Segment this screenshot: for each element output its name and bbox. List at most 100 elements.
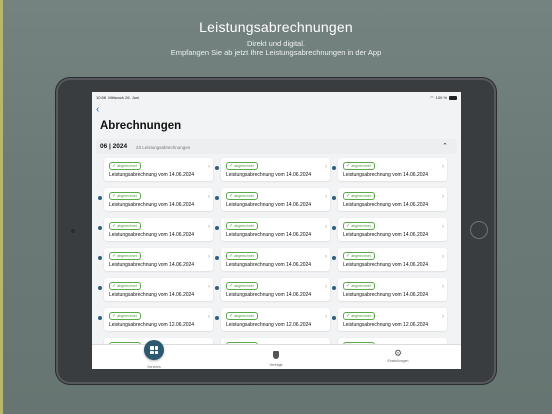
statement-title: Leistungsabrechnung vom 12.06.2024: [109, 322, 195, 328]
chevron-right-icon: ›: [325, 254, 327, 260]
chevron-right-icon: ›: [442, 284, 444, 290]
status-badge: ✓abgerechnet: [226, 192, 258, 200]
status-badge-label: abgerechnet: [234, 224, 254, 228]
check-icon: ✓: [112, 313, 117, 319]
status-badge-label: abgerechnet: [117, 314, 137, 318]
status-badge-label: abgerechnet: [351, 194, 371, 198]
check-icon: ✓: [229, 223, 234, 229]
statement-card[interactable]: ✓ abgerechnet Leistungsabrechnung vom 14.0…: [332, 218, 447, 241]
status-bar: 10:58 Mittwoch 26. Juni ◠ 100 %: [92, 92, 461, 101]
month-label: 06 | 2024: [100, 143, 128, 150]
statement-title: Leistungsabrechnung vom 14.06.2024: [226, 232, 312, 238]
unread-dot: [332, 166, 336, 170]
statement-card[interactable]: ✓ abgerechnet Leistungsabrechnung vom 14.0…: [98, 278, 213, 301]
statement-title: Leistungsabrechnung vom 12.06.2024: [226, 322, 312, 328]
page-title: Abrechnungen: [100, 120, 182, 132]
shield-icon: [273, 351, 279, 359]
unread-dot: [215, 226, 219, 230]
unread-dot: [98, 226, 102, 230]
status-badge: ✓abgerechnet: [343, 222, 375, 230]
chevron-up-icon[interactable]: ⌃: [442, 142, 448, 150]
status-badge: ✓abgerechnet: [109, 192, 141, 200]
statement-title: Leistungsabrechnung vom 14.06.2024: [226, 292, 312, 298]
chevron-right-icon: ›: [208, 284, 210, 290]
chevron-right-icon: ›: [325, 224, 327, 230]
statement-card[interactable]: ✓ abgerechnet Leistungsabrechnung vom 14.0…: [98, 248, 213, 271]
statement-title: Leistungsabrechnung vom 14.06.2024: [109, 202, 195, 208]
tab-services-label: Services: [147, 365, 161, 369]
chevron-right-icon: ›: [442, 164, 444, 170]
status-badge: ✓abgerechnet: [343, 282, 375, 290]
check-icon: ✓: [346, 313, 351, 319]
statement-title: Leistungsabrechnung vom 12.06.2024: [343, 322, 429, 328]
statement-title: Leistungsabrechnung vom 14.06.2024: [343, 172, 429, 178]
status-date: Mittwoch 26. Juni: [108, 95, 140, 100]
unread-dot: [215, 286, 219, 290]
check-icon: ✓: [112, 163, 117, 169]
check-icon: ✓: [112, 253, 117, 259]
statement-card[interactable]: ✓ abgerechnet Leistungsabrechnung vom 14.0…: [215, 278, 330, 301]
status-badge-label: abgerechnet: [351, 164, 371, 168]
check-icon: ✓: [112, 223, 117, 229]
check-icon: ✓: [346, 223, 351, 229]
statement-card[interactable]: ✓ abgerechnet Leistungsabrechnung vom 14.0…: [332, 158, 447, 181]
statement-title: Leistungsabrechnung vom 14.06.2024: [226, 202, 312, 208]
promo-subline-2: Empfangen Sie ab jetzt Ihre Leistungsabr…: [170, 48, 382, 57]
promo-headline: Leistungsabrechnungen: [199, 19, 353, 35]
statement-card[interactable]: ✓ abgerechnet Leistungsabrechnung vom 14.0…: [332, 188, 447, 211]
statement-card[interactable]: ✓ abgerechnet Leistungsabrechnung vom 14.0…: [104, 158, 213, 181]
status-badge: ✓abgerechnet: [226, 222, 258, 230]
status-badge: ✓abgerechnet: [109, 252, 141, 260]
check-icon: ✓: [346, 253, 351, 259]
tab-services[interactable]: Services: [134, 340, 174, 369]
status-badge: ✓abgerechnet: [343, 312, 375, 320]
check-icon: ✓: [112, 283, 117, 289]
unread-dot: [98, 196, 102, 200]
status-badge: ✓abgerechnet: [109, 312, 141, 320]
status-badge-label: abgerechnet: [117, 224, 137, 228]
check-icon: ✓: [346, 193, 351, 199]
statement-card[interactable]: ✓ abgerechnet Leistungsabrechnung vom 14.0…: [98, 188, 213, 211]
unread-dot: [332, 316, 336, 320]
chevron-right-icon: ›: [325, 194, 327, 200]
tab-einstellungen-label: Einstellungen: [387, 359, 409, 363]
check-icon: ✓: [229, 283, 234, 289]
back-button[interactable]: ‹: [96, 104, 99, 115]
tab-einstellungen[interactable]: ⚙ Einstellungen: [378, 348, 418, 363]
statement-card[interactable]: ✓ abgerechnet Leistungsabrechnung vom 14.0…: [332, 248, 447, 271]
check-icon: ✓: [229, 253, 234, 259]
month-count: 23 Leistungsabrechnungen: [136, 145, 191, 150]
tab-bar: Services Verträge ⚙ Einstellungen: [92, 340, 461, 369]
status-badge: ✓abgerechnet: [226, 252, 258, 260]
statement-title: Leistungsabrechnung vom 14.06.2024: [109, 172, 195, 178]
chevron-right-icon: ›: [442, 254, 444, 260]
status-badge-label: abgerechnet: [351, 284, 371, 288]
statement-title: Leistungsabrechnung vom 14.06.2024: [343, 292, 429, 298]
unread-dot: [332, 286, 336, 290]
status-badge: ✓abgerechnet: [343, 162, 375, 170]
wifi-icon: ◠: [430, 95, 434, 100]
tab-vertraege[interactable]: Verträge: [256, 348, 296, 367]
statement-card[interactable]: ✓ abgerechnet Leistungsabrechnung vom 14.0…: [98, 218, 213, 241]
statement-card[interactable]: ✓ abgerechnet Leistungsabrechnung vom 12.0…: [332, 308, 447, 331]
statement-card[interactable]: ✓ abgerechnet Leistungsabrechnung vom 14.0…: [332, 278, 447, 301]
status-badge-label: abgerechnet: [117, 284, 137, 288]
unread-dot: [98, 286, 102, 290]
statement-title: Leistungsabrechnung vom 14.06.2024: [109, 232, 195, 238]
gear-icon: ⚙: [393, 348, 403, 358]
statement-card[interactable]: ✓ abgerechnet Leistungsabrechnung vom 14.0…: [215, 248, 330, 271]
status-badge: ✓abgerechnet: [226, 312, 258, 320]
status-badge: ✓abgerechnet: [226, 162, 258, 170]
status-badge-label: abgerechnet: [351, 224, 371, 228]
check-icon: ✓: [229, 163, 234, 169]
statement-card[interactable]: ✓ abgerechnet Leistungsabrechnung vom 14.0…: [215, 158, 330, 181]
statement-card[interactable]: ✓ abgerechnet Leistungsabrechnung vom 14.0…: [215, 188, 330, 211]
status-badge-label: abgerechnet: [234, 314, 254, 318]
statement-card[interactable]: ✓ abgerechnet Leistungsabrechnung vom 12.0…: [98, 308, 213, 331]
statement-card[interactable]: ✓ abgerechnet Leistungsabrechnung vom 14.0…: [215, 218, 330, 241]
status-badge-label: abgerechnet: [234, 164, 254, 168]
statement-title: Leistungsabrechnung vom 14.06.2024: [226, 262, 312, 268]
check-icon: ✓: [112, 193, 117, 199]
tablet-home-button: [470, 221, 488, 239]
statement-card[interactable]: ✓ abgerechnet Leistungsabrechnung vom 12.0…: [215, 308, 330, 331]
